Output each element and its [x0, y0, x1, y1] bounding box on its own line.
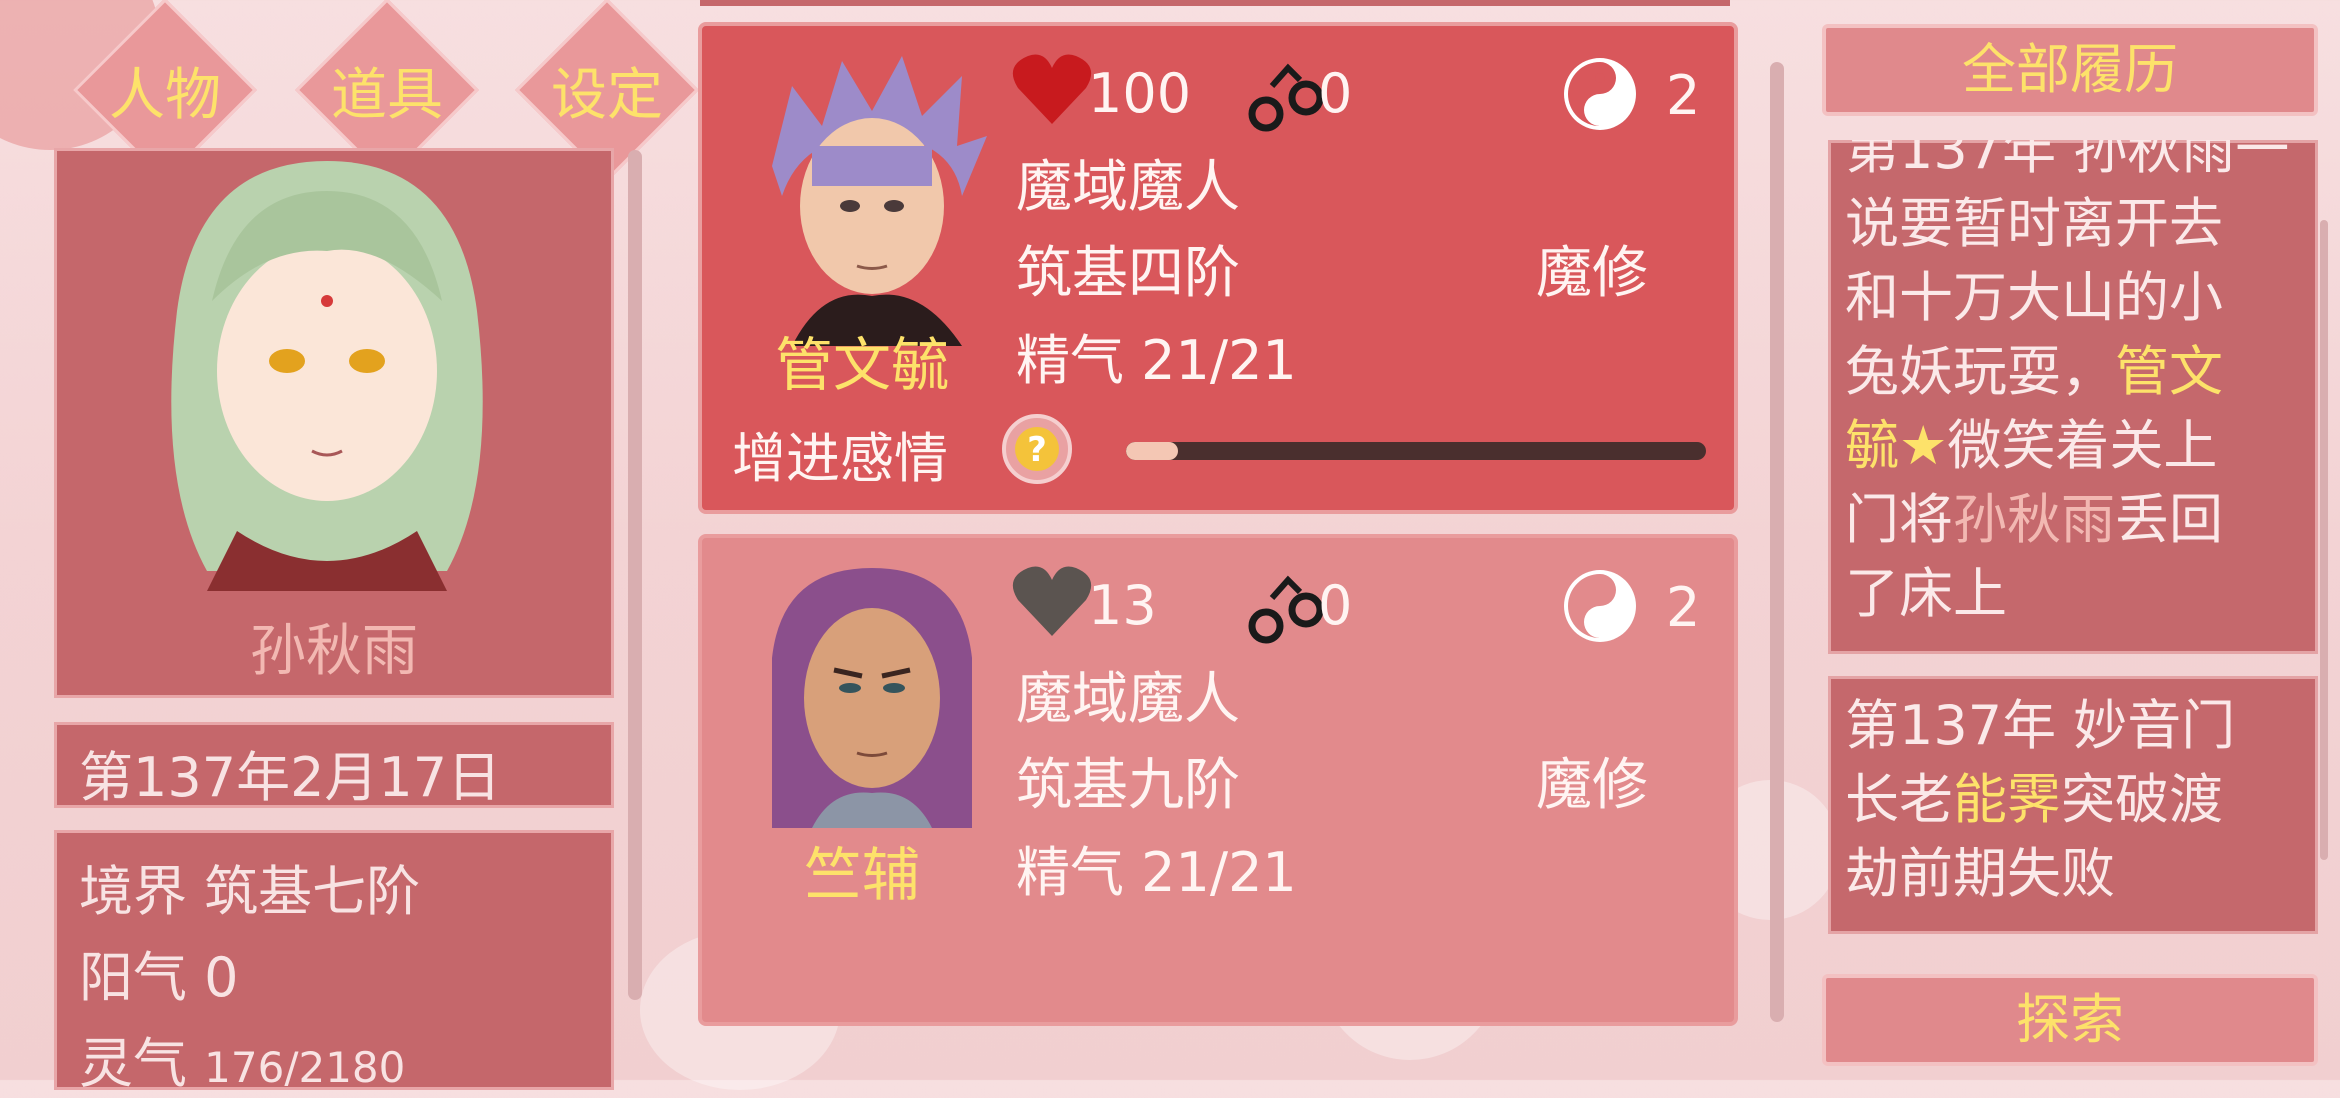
- history-line: 兔妖玩耍，管文: [1845, 340, 2223, 403]
- history-entry: 第137年 孙秋雨一 说要暂时离开去 和十万大山的小 兔妖玩耍，管文 毓★微笑着…: [1828, 140, 2318, 654]
- history-list[interactable]: 第137年 孙秋雨一 说要暂时离开去 和十万大山的小 兔妖玩耍，管文 毓★微笑着…: [1828, 140, 2318, 940]
- character-name: 管文毓: [774, 331, 949, 399]
- player-stats-panel: 境界 筑基七阶 阳气 0 灵气 176/2180: [54, 830, 614, 1095]
- history-line: 了床上: [1845, 562, 2007, 625]
- middle-scrollbar[interactable]: [1770, 62, 1784, 1022]
- realm-label: 境界: [79, 860, 187, 923]
- character-realm: 筑基九阶: [1016, 753, 1240, 818]
- character-essence: 精气 21/21: [1016, 841, 1297, 904]
- affection-value: 100: [1088, 62, 1192, 125]
- spirit-row: 灵气 176/2180: [79, 1019, 405, 1098]
- character-link[interactable]: 孙秋雨: [1953, 488, 2115, 551]
- history-line: 第137年 妙音门: [1845, 694, 2236, 757]
- question-button[interactable]: ?: [1002, 414, 1072, 484]
- card-top-edge: [700, 0, 1730, 6]
- yinyang-value: 2: [1666, 64, 1701, 127]
- realm-row: 境界 筑基七阶: [79, 847, 420, 926]
- character-race: 魔域魔人: [1016, 155, 1240, 220]
- yang-value: 0: [204, 946, 239, 1009]
- affection-progress-fill: [1126, 442, 1179, 460]
- handcuffs-icon: [1248, 575, 1324, 644]
- handcuffs-icon: [1248, 63, 1324, 132]
- character-link[interactable]: 毓★: [1845, 414, 1947, 477]
- character-essence: 精气 21/21: [1016, 329, 1297, 392]
- question-icon: ?: [1015, 427, 1059, 471]
- character-race: 魔域魔人: [1016, 667, 1240, 732]
- player-name: 孙秋雨: [250, 619, 418, 684]
- spirit-value: 176/2180: [204, 1043, 406, 1092]
- yinyang-value: 2: [1666, 576, 1701, 639]
- yinyang-icon: [1564, 58, 1636, 130]
- left-scrollbar[interactable]: [628, 150, 642, 1000]
- heart-icon: [1012, 566, 1092, 636]
- character-portrait: [772, 568, 972, 828]
- date-panel: 第137年2月17日: [54, 722, 614, 809]
- explore-button[interactable]: 探索: [1822, 974, 2318, 1066]
- affection-progress-bar: [1126, 442, 1706, 460]
- history-line: 长老能霁突破渡: [1845, 768, 2223, 831]
- yinyang-icon: [1564, 570, 1636, 642]
- character-name: 竺辅: [803, 841, 920, 909]
- character-card[interactable]: 竺辅 13 0 2 魔域魔人 筑基九阶 魔修 精气 21/21: [698, 534, 1738, 1026]
- history-line: 和十万大山的小: [1845, 266, 2223, 329]
- history-entry: 第137年 妙音门 长老能霁突破渡 劫前期失败: [1828, 676, 2318, 934]
- character-portrait: [772, 56, 987, 346]
- character-sect: 魔修: [1536, 753, 1648, 818]
- yang-row: 阳气 0: [79, 933, 239, 1012]
- explore-label: 探索: [2016, 988, 2124, 1051]
- character-link[interactable]: 管文: [2115, 340, 2223, 403]
- heart-icon: [1012, 54, 1092, 124]
- character-sect: 魔修: [1536, 241, 1648, 306]
- improve-affection-label: 增进感情: [732, 427, 948, 490]
- history-line: 说要暂时离开去: [1845, 192, 2223, 255]
- bonds-value: 0: [1318, 574, 1353, 637]
- history-scrollbar[interactable]: [2320, 220, 2328, 860]
- character-realm: 筑基四阶: [1016, 241, 1240, 306]
- current-date: 第137年2月17日: [79, 746, 502, 809]
- player-portrait: [171, 161, 483, 591]
- history-line: 毓★微笑着关上: [1845, 414, 2218, 477]
- realm-value: 筑基七阶: [204, 860, 421, 923]
- character-card[interactable]: 管文毓 100 0 2 魔域魔人 筑基四阶 魔修 精气 21/21 增进感情 ?: [698, 22, 1738, 514]
- character-link[interactable]: 能霁: [1953, 768, 2061, 831]
- history-line: 第137年 孙秋雨一: [1845, 140, 2290, 181]
- spirit-label: 灵气: [79, 1032, 187, 1095]
- bonds-value: 0: [1318, 62, 1353, 125]
- yang-label: 阳气: [79, 946, 187, 1009]
- player-portrait-panel: 孙秋雨: [54, 148, 614, 698]
- history-line: 门将孙秋雨丢回: [1845, 488, 2223, 551]
- history-line: 劫前期失败: [1845, 842, 2115, 905]
- all-history-button[interactable]: 全部履历: [1822, 24, 2318, 116]
- all-history-label: 全部履历: [1962, 38, 2178, 101]
- svg-text:?: ?: [1027, 430, 1047, 470]
- affection-value: 13: [1088, 574, 1157, 637]
